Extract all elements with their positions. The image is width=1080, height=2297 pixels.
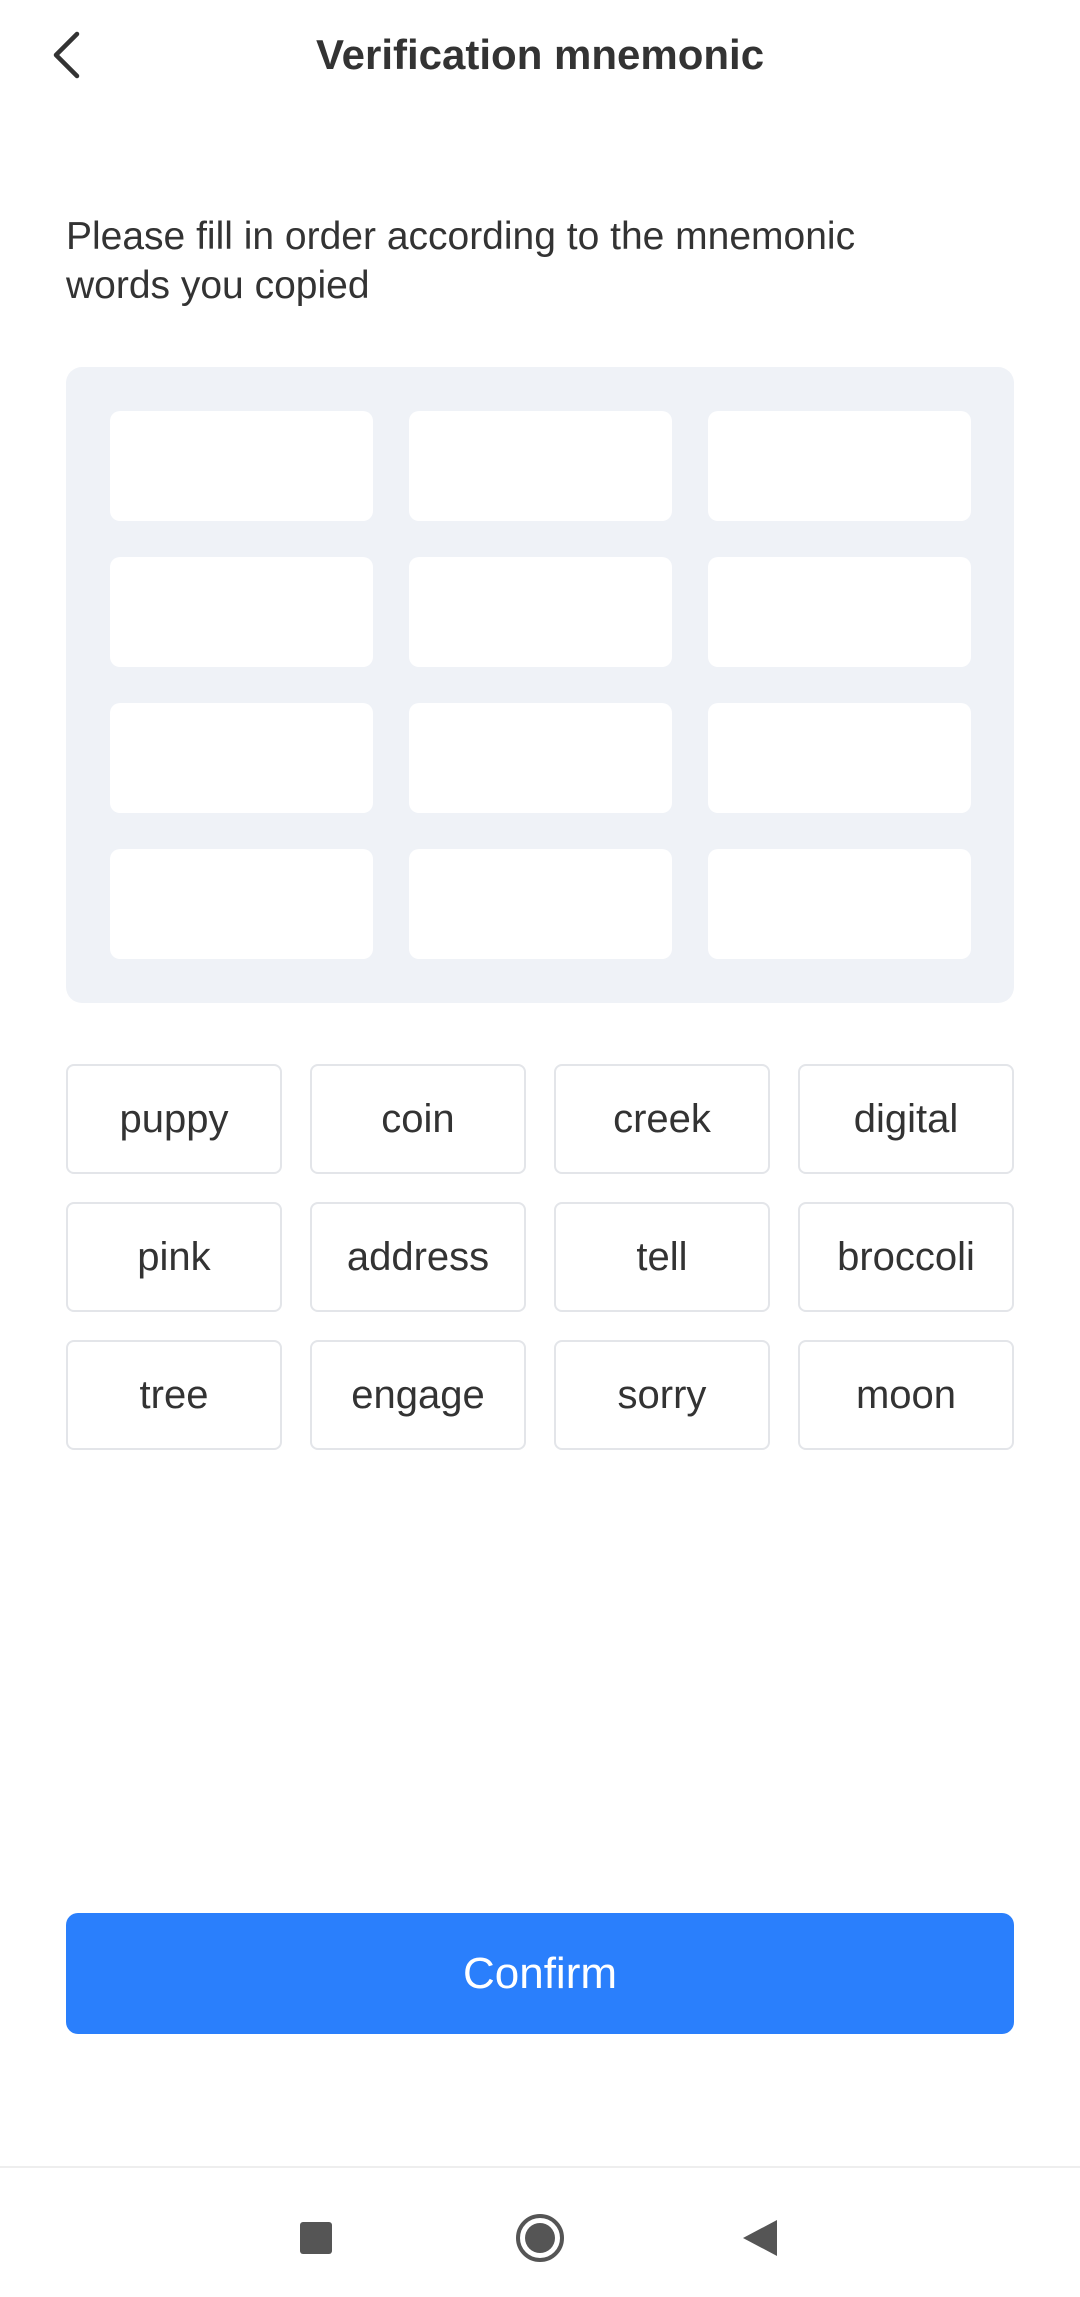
word-chip[interactable]: address — [310, 1202, 526, 1312]
mnemonic-slot-9[interactable] — [708, 703, 971, 813]
word-chip[interactable]: tree — [66, 1340, 282, 1450]
mnemonic-slot-5[interactable] — [409, 557, 672, 667]
mnemonic-slot-4[interactable] — [110, 557, 373, 667]
mnemonic-slot-8[interactable] — [409, 703, 672, 813]
word-chip[interactable]: engage — [310, 1340, 526, 1450]
home-button[interactable] — [510, 2208, 570, 2268]
confirm-button[interactable]: Confirm — [66, 1913, 1014, 2034]
word-chip[interactable]: digital — [798, 1064, 1014, 1174]
recents-square-icon — [300, 2222, 332, 2254]
mnemonic-slot-2[interactable] — [409, 411, 672, 521]
mnemonic-slot-1[interactable] — [110, 411, 373, 521]
back-triangle-icon — [743, 2220, 777, 2256]
mnemonic-slots-panel — [66, 367, 1014, 1003]
word-chip[interactable]: broccoli — [798, 1202, 1014, 1312]
word-chip[interactable]: creek — [554, 1064, 770, 1174]
word-chip[interactable]: sorry — [554, 1340, 770, 1450]
recents-button[interactable] — [286, 2208, 346, 2268]
word-chip[interactable]: moon — [798, 1340, 1014, 1450]
nav-back-button[interactable] — [730, 2208, 790, 2268]
word-chip[interactable]: puppy — [66, 1064, 282, 1174]
mnemonic-slot-3[interactable] — [708, 411, 971, 521]
word-chip[interactable]: pink — [66, 1202, 282, 1312]
page-title: Verification mnemonic — [315, 31, 765, 78]
mnemonic-slot-6[interactable] — [708, 557, 971, 667]
mnemonic-slot-10[interactable] — [110, 849, 373, 959]
word-chip[interactable]: coin — [310, 1064, 526, 1174]
word-chip[interactable]: tell — [554, 1202, 770, 1312]
mnemonic-slot-11[interactable] — [409, 849, 672, 959]
mnemonic-slot-7[interactable] — [110, 703, 373, 813]
home-circle-icon — [516, 2214, 564, 2262]
instruction-text: Please fill in order according to the mn… — [66, 215, 856, 307]
word-choices: puppy coin creek digital pink address te… — [66, 1064, 1014, 1450]
system-nav-bar — [0, 2166, 1080, 2297]
mnemonic-slot-12[interactable] — [708, 849, 971, 959]
app-header: Verification mnemonic — [0, 0, 1080, 112]
